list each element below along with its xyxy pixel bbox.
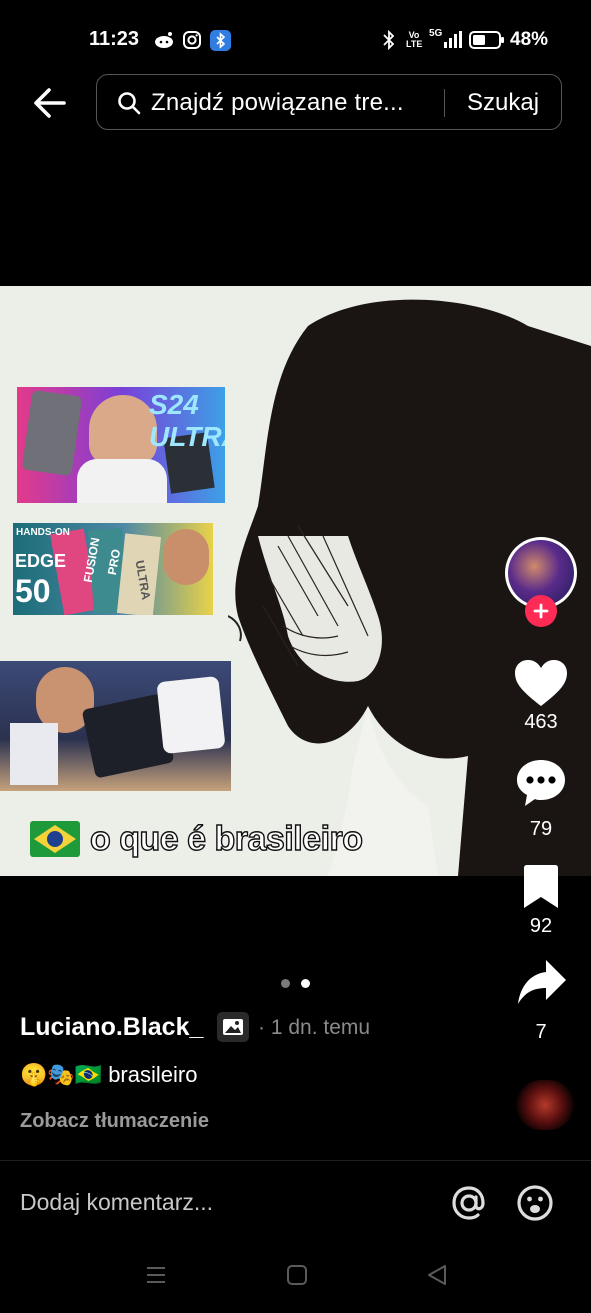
status-time: 11:23 xyxy=(89,28,140,50)
comment-input[interactable]: Dodaj komentarz... xyxy=(20,1189,213,1216)
search-divider xyxy=(444,89,445,117)
image-icon xyxy=(223,1019,243,1035)
battery-icon xyxy=(469,30,505,50)
photo-post-badge xyxy=(217,1012,249,1042)
thumb-label-edge: EDGE xyxy=(15,551,67,571)
phone-white xyxy=(156,675,226,755)
mention-button[interactable] xyxy=(450,1184,488,1222)
back-arrow-icon xyxy=(34,88,66,118)
thumbnail-s24-ultra: S24 ULTRA xyxy=(17,387,225,503)
post-time: · 1 dn. temu xyxy=(258,1016,371,1039)
comment-count: 79 xyxy=(529,818,553,840)
at-sign-icon xyxy=(452,1186,485,1220)
recent-apps-button[interactable] xyxy=(145,1264,167,1286)
post-image[interactable]: S24 ULTRA HANDS-ON EDGE 50 FUSION PRO UL… xyxy=(0,286,591,876)
author-name[interactable]: Luciano.Black_ xyxy=(20,1013,203,1042)
comment-divider xyxy=(0,1160,591,1161)
signal-icon: 5G xyxy=(428,28,464,50)
heart-icon xyxy=(515,660,567,706)
bluetooth-app-icon xyxy=(209,29,231,51)
slide-dot-2-active[interactable] xyxy=(301,979,310,988)
caption-overlay: o que é brasileiro xyxy=(30,818,364,860)
person-face xyxy=(163,529,209,585)
description-emojis: 🤫🎭🇧🇷 xyxy=(20,1062,103,1088)
save-count: 92 xyxy=(529,915,553,937)
volte-label: Vo LTE xyxy=(406,30,423,49)
music-disc-icon[interactable] xyxy=(516,1080,574,1130)
like-button[interactable] xyxy=(513,658,569,710)
menu-lines-icon xyxy=(147,1267,165,1283)
caption-text: o que é brasileiro xyxy=(89,819,363,858)
search-icon xyxy=(118,92,141,115)
post-description: 🤫🎭🇧🇷 brasileiro xyxy=(20,1062,197,1088)
see-translation-link[interactable]: Zobacz tłumaczenie xyxy=(20,1110,209,1133)
share-button[interactable] xyxy=(516,958,568,1006)
comment-bubble-icon xyxy=(517,760,565,806)
phone-shape xyxy=(21,389,83,477)
home-button[interactable] xyxy=(286,1264,308,1286)
person-shirt xyxy=(77,459,167,503)
plus-icon xyxy=(533,603,549,619)
search-box[interactable]: Znajdź powiązane tre... Szukaj xyxy=(96,74,562,130)
search-button[interactable]: Szukaj xyxy=(467,89,539,117)
triangle-back-icon xyxy=(428,1265,446,1285)
thumb-label-50: 50 xyxy=(15,573,51,609)
save-button[interactable] xyxy=(521,864,561,910)
bluetooth-icon xyxy=(380,30,398,50)
smiley-face-icon xyxy=(517,1185,553,1221)
share-arrow-icon xyxy=(518,960,566,1004)
comment-button[interactable] xyxy=(515,758,567,808)
phone-box xyxy=(10,723,58,785)
description-text: brasileiro xyxy=(108,1062,198,1087)
emoji-button[interactable] xyxy=(516,1184,554,1222)
search-input[interactable]: Znajdź powiązane tre... xyxy=(151,89,404,117)
thumbnail-title: S24 ULTRA xyxy=(149,389,225,452)
brazil-flag-icon xyxy=(30,821,80,857)
reddit-icon xyxy=(152,30,176,50)
thumbnail-edge50: HANDS-ON EDGE 50 FUSION PRO ULTRA xyxy=(13,523,213,615)
network-type: 5G xyxy=(429,28,443,39)
bookmark-icon xyxy=(524,865,558,908)
thumbnail-rog-phone xyxy=(0,661,231,791)
instagram-icon xyxy=(181,30,203,50)
share-count: 7 xyxy=(535,1021,547,1043)
like-count: 463 xyxy=(524,711,558,733)
volte-icon: Vo LTE xyxy=(405,30,423,50)
slide-dot-1[interactable] xyxy=(281,979,290,988)
square-icon xyxy=(287,1265,307,1285)
battery-percent: 48% xyxy=(510,29,549,50)
back-button[interactable] xyxy=(30,84,70,122)
follow-button[interactable] xyxy=(525,595,557,627)
system-back-button[interactable] xyxy=(426,1264,448,1286)
thumb-label-handson: HANDS-ON xyxy=(16,527,70,538)
person-face xyxy=(89,395,157,465)
